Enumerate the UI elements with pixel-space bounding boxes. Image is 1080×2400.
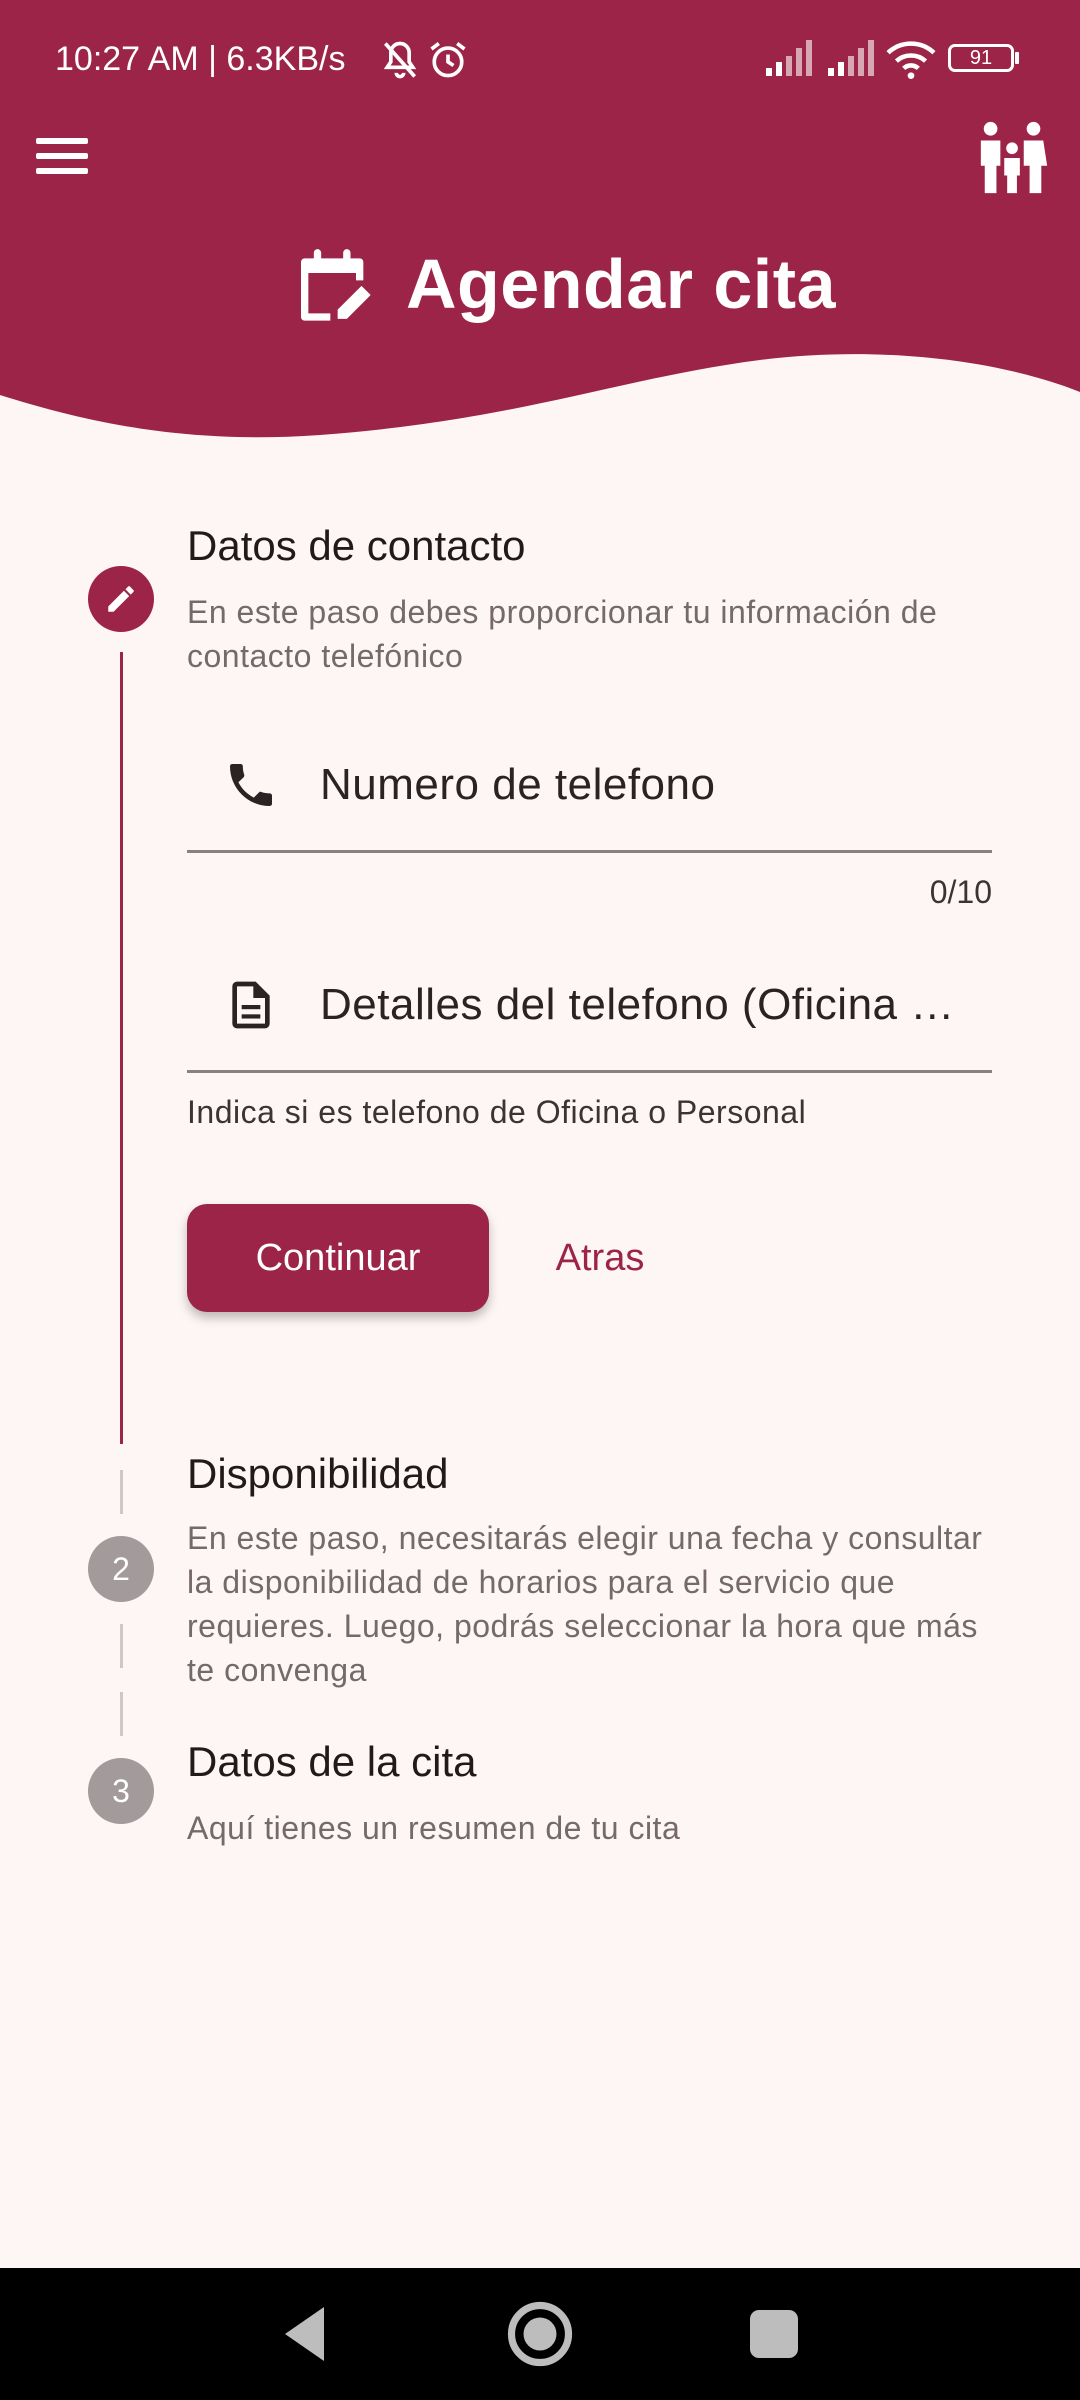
phone-character-counter: 0/10 bbox=[929, 874, 992, 910]
step-connector bbox=[120, 1692, 123, 1736]
home-nav-icon[interactable] bbox=[504, 2298, 576, 2370]
step-connector bbox=[120, 652, 123, 1444]
step-1-title[interactable]: Datos de contacto bbox=[187, 522, 526, 570]
signal-icon bbox=[828, 40, 874, 76]
status-time: 10:27 AM | 6.3KB/s bbox=[55, 40, 346, 78]
back-nav-icon[interactable] bbox=[270, 2298, 342, 2370]
step-connector bbox=[120, 1470, 123, 1514]
step-3-description: Aquí tienes un resumen de tu cita bbox=[187, 1810, 681, 1846]
phone-details-helper: Indica si es telefono de Oficina o Perso… bbox=[187, 1094, 807, 1130]
page-title: Agendar cita bbox=[406, 245, 836, 323]
status-bar: 10:27 AM | 6.3KB/s 91 bbox=[0, 0, 1080, 120]
alarm-icon bbox=[430, 42, 466, 78]
signal-icon bbox=[766, 40, 812, 76]
phone-input-placeholder: Numero de telefono bbox=[320, 760, 716, 809]
step-1-marker bbox=[88, 566, 154, 632]
calendar-edit-icon bbox=[301, 249, 371, 321]
phone-details-placeholder: Detalles del telefono (Oficina o Persona… bbox=[320, 980, 970, 1029]
system-navigation-bar bbox=[0, 2268, 1080, 2400]
family-icon[interactable] bbox=[975, 118, 1053, 198]
battery-tip bbox=[1015, 52, 1019, 64]
step-3-marker: 3 bbox=[88, 1758, 154, 1824]
battery-level: 91 bbox=[969, 46, 993, 69]
step-2-title[interactable]: Disponibilidad bbox=[187, 1450, 449, 1498]
menu-icon[interactable] bbox=[36, 132, 96, 188]
document-icon bbox=[232, 981, 270, 1029]
step-2-description: En este paso, necesitarás elegir una fec… bbox=[187, 1520, 983, 1688]
back-button[interactable]: Atras bbox=[538, 1204, 662, 1312]
recents-nav-icon[interactable] bbox=[738, 2298, 810, 2370]
step-1-description: En este paso debes proporcionar tu infor… bbox=[187, 594, 938, 674]
pencil-icon bbox=[108, 586, 134, 612]
phone-icon bbox=[230, 764, 272, 806]
phone-details-field[interactable]: Detalles del telefono (Oficina o Persona… bbox=[187, 940, 992, 1073]
wifi-icon bbox=[886, 41, 936, 79]
continue-button[interactable]: Continuar bbox=[187, 1204, 489, 1312]
battery-icon: 91 bbox=[948, 44, 1014, 72]
header-title: Agendar cita bbox=[290, 238, 836, 330]
step-2-marker: 2 bbox=[88, 1536, 154, 1602]
phone-field[interactable]: Numero de telefono bbox=[187, 720, 992, 853]
step-3-title[interactable]: Datos de la cita bbox=[187, 1738, 477, 1786]
step-connector bbox=[120, 1624, 123, 1668]
bell-off-icon bbox=[383, 41, 417, 79]
